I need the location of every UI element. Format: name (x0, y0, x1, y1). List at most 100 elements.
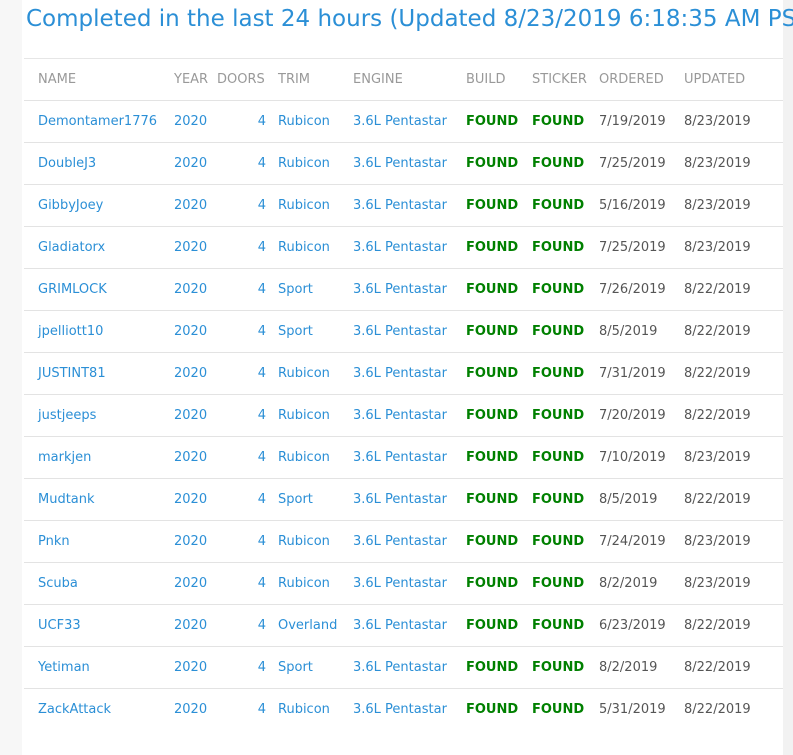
cell-build-status: FOUND (466, 324, 519, 339)
cell-engine: 3.6L Pentastar (353, 534, 447, 549)
cell-engine: 3.6L Pentastar (353, 114, 447, 129)
cell-name: Mudtank (24, 479, 174, 521)
cell-updated-date: 8/23/2019 (684, 198, 751, 213)
cell-name: Scuba (24, 563, 174, 605)
cell-ordered-date: 7/25/2019 (599, 156, 666, 171)
cell-ordered-date: 7/24/2019 (599, 534, 666, 549)
cell-ordered-date: 7/10/2019 (599, 450, 666, 465)
cell-updated-date: 8/22/2019 (684, 408, 751, 423)
user-name-link[interactable]: GibbyJoey (38, 198, 103, 213)
cell-doors: 4 (257, 198, 266, 213)
user-name-link[interactable]: ZackAttack (38, 702, 111, 717)
cell-build-status: FOUND (466, 534, 519, 549)
cell-name: Yetiman (24, 647, 174, 689)
table-row: Yetiman 2020 4 Sport 3.6L Pentastar FOUND FOUN… (24, 646, 783, 689)
cell-build-status: FOUND (466, 198, 519, 213)
user-name-link[interactable]: Pnkn (38, 534, 70, 549)
table-row: Gladiatorx 2020 4 Rubicon 3.6L Pentastar FOUN… (24, 226, 783, 269)
cell-year: 2020 (174, 576, 208, 591)
cell-trim: Rubicon (278, 408, 330, 423)
user-name-link[interactable]: Scuba (38, 576, 78, 591)
cell-updated-date: 8/22/2019 (684, 660, 751, 675)
column-header-year[interactable]: YEAR (174, 59, 217, 101)
page: Completed in the last 24 hours (Updated … (0, 0, 793, 755)
cell-updated-date: 8/23/2019 (684, 534, 751, 549)
cell-trim: Sport (278, 282, 313, 297)
cell-engine: 3.6L Pentastar (353, 282, 447, 297)
column-header-name[interactable]: NAME (24, 59, 174, 101)
results-table: NAME YEAR DOORS TRIM ENGINE BUILD STICKE… (24, 58, 783, 731)
cell-year: 2020 (174, 534, 208, 549)
column-header-engine[interactable]: ENGINE (353, 59, 466, 101)
cell-doors: 4 (257, 366, 266, 381)
cell-build-status: FOUND (466, 702, 519, 718)
cell-doors: 4 (257, 282, 266, 297)
column-header-sticker[interactable]: STICKER (532, 59, 599, 101)
cell-trim: Sport (278, 492, 313, 507)
cell-year: 2020 (174, 492, 208, 507)
user-name-link[interactable]: Gladiatorx (38, 240, 105, 255)
cell-build-status: FOUND (466, 660, 519, 675)
cell-name: Demontamer1776 (24, 101, 174, 143)
right-gutter (783, 0, 793, 755)
column-header-ordered[interactable]: ORDERED (599, 59, 684, 101)
cell-engine: 3.6L Pentastar (353, 324, 447, 339)
cell-trim: Rubicon (278, 114, 330, 129)
table-row: jpelliott10 2020 4 Sport 3.6L Pentastar FOUND… (24, 310, 783, 353)
cell-sticker-status: FOUND (532, 114, 585, 129)
table-row: justjeeps 2020 4 Rubicon 3.6L Pentastar FOUND… (24, 394, 783, 437)
cell-year: 2020 (174, 240, 208, 255)
user-name-link[interactable]: justjeeps (38, 408, 96, 423)
cell-build-status: FOUND (466, 408, 519, 423)
results-table-container: NAME YEAR DOORS TRIM ENGINE BUILD STICKE… (24, 58, 783, 731)
cell-engine: 3.6L Pentastar (353, 240, 447, 255)
user-name-link[interactable]: jpelliott10 (38, 324, 103, 339)
cell-name: justjeeps (24, 395, 174, 437)
cell-name: GRIMLOCK (24, 269, 174, 311)
cell-build-status: FOUND (466, 576, 519, 591)
user-name-link[interactable]: GRIMLOCK (38, 282, 107, 297)
cell-year: 2020 (174, 408, 208, 423)
cell-doors: 4 (257, 702, 266, 718)
user-name-link[interactable]: UCF33 (38, 618, 81, 633)
cell-updated-date: 8/22/2019 (684, 282, 751, 297)
cell-engine: 3.6L Pentastar (353, 492, 447, 507)
cell-updated-date: 8/23/2019 (684, 576, 751, 591)
cell-doors: 4 (257, 534, 266, 549)
user-name-link[interactable]: DoubleJ3 (38, 156, 96, 171)
table-header-row: NAME YEAR DOORS TRIM ENGINE BUILD STICKE… (24, 58, 783, 101)
cell-build-status: FOUND (466, 156, 519, 171)
cell-doors: 4 (257, 408, 266, 423)
cell-name: markjen (24, 437, 174, 479)
cell-engine: 3.6L Pentastar (353, 702, 447, 718)
cell-sticker-status: FOUND (532, 198, 585, 213)
cell-trim: Rubicon (278, 366, 330, 381)
column-header-trim[interactable]: TRIM (278, 59, 353, 101)
table-row: Scuba 2020 4 Rubicon 3.6L Pentastar FOUND FOUN… (24, 562, 783, 605)
table-row: GibbyJoey 2020 4 Rubicon 3.6L Pentastar FOUND… (24, 184, 783, 227)
cell-name: DoubleJ3 (24, 143, 174, 185)
table-row: GRIMLOCK 2020 4 Sport 3.6L Pentastar FOUND FOU… (24, 268, 783, 311)
cell-trim: Rubicon (278, 702, 330, 718)
cell-name: ZackAttack (24, 689, 174, 731)
cell-year: 2020 (174, 114, 208, 129)
column-header-build[interactable]: BUILD (466, 59, 532, 101)
user-name-link[interactable]: markjen (38, 450, 91, 465)
left-gutter (0, 0, 22, 755)
column-header-doors[interactable]: DOORS (217, 59, 278, 101)
cell-doors: 4 (257, 450, 266, 465)
cell-trim: Sport (278, 660, 313, 675)
table-row: Pnkn 2020 4 Rubicon 3.6L Pentastar FOUND FOUND… (24, 520, 783, 563)
table-body: Demontamer1776 2020 4 Rubicon 3.6L Pentastar… (24, 100, 783, 731)
cell-year: 2020 (174, 282, 208, 297)
cell-trim: Rubicon (278, 450, 330, 465)
user-name-link[interactable]: Mudtank (38, 492, 95, 507)
user-name-link[interactable]: Yetiman (38, 660, 90, 675)
table-row: DoubleJ3 2020 4 Rubicon 3.6L Pentastar FOUND F… (24, 142, 783, 185)
cell-year: 2020 (174, 450, 208, 465)
user-name-link[interactable]: Demontamer1776 (38, 114, 157, 129)
cell-build-status: FOUND (466, 492, 519, 507)
user-name-link[interactable]: JUSTINT81 (38, 366, 106, 381)
cell-sticker-status: FOUND (532, 576, 585, 591)
column-header-updated[interactable]: UPDATED (684, 59, 783, 101)
